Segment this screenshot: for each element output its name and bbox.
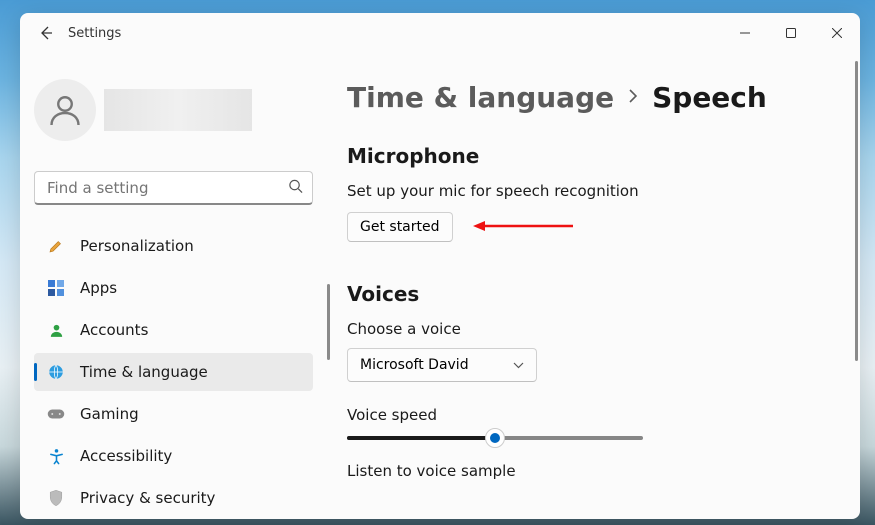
voices-heading: Voices bbox=[347, 282, 820, 306]
search-box bbox=[34, 171, 313, 205]
sidebar-item-label: Gaming bbox=[80, 405, 139, 423]
microphone-description: Set up your mic for speech recognition bbox=[347, 182, 820, 200]
accessibility-icon bbox=[46, 446, 66, 466]
sidebar-item-label: Accessibility bbox=[80, 447, 172, 465]
breadcrumb-parent[interactable]: Time & language bbox=[347, 81, 614, 114]
breadcrumb: Time & language Speech bbox=[347, 81, 820, 114]
maximize-button[interactable] bbox=[768, 13, 814, 53]
apps-icon bbox=[46, 278, 66, 298]
breadcrumb-current: Speech bbox=[652, 81, 767, 114]
content-area: Time & language Speech Microphone Set up… bbox=[327, 53, 860, 519]
sidebar-item-label: Personalization bbox=[80, 237, 194, 255]
sidebar-item-personalization[interactable]: Personalization bbox=[34, 227, 313, 265]
profile-block[interactable] bbox=[34, 79, 313, 141]
sidebar-item-accessibility[interactable]: Accessibility bbox=[34, 437, 313, 475]
search-input[interactable] bbox=[34, 171, 313, 205]
window-controls bbox=[722, 13, 860, 53]
paintbrush-icon bbox=[46, 236, 66, 256]
sidebar-item-label: Time & language bbox=[80, 363, 208, 381]
chevron-down-icon bbox=[513, 357, 524, 373]
minimize-button[interactable] bbox=[722, 13, 768, 53]
window-body: Personalization Apps Accounts Time & lan… bbox=[20, 53, 860, 519]
profile-name-placeholder bbox=[104, 89, 252, 131]
avatar bbox=[34, 79, 96, 141]
sidebar-item-gaming[interactable]: Gaming bbox=[34, 395, 313, 433]
voice-select[interactable]: Microsoft David bbox=[347, 348, 537, 382]
globe-clock-icon bbox=[46, 362, 66, 382]
sidebar-item-time-language[interactable]: Time & language bbox=[34, 353, 313, 391]
voice-select-value: Microsoft David bbox=[360, 357, 469, 373]
sidebar-item-apps[interactable]: Apps bbox=[34, 269, 313, 307]
slider-thumb[interactable] bbox=[485, 428, 505, 448]
accounts-icon bbox=[46, 320, 66, 340]
chevron-right-icon bbox=[628, 87, 638, 108]
voice-speed-label: Voice speed bbox=[347, 406, 820, 424]
titlebar: Settings bbox=[20, 13, 860, 53]
content-scrollbar[interactable] bbox=[855, 61, 858, 361]
back-arrow-icon bbox=[38, 25, 54, 41]
maximize-icon bbox=[786, 28, 796, 38]
get-started-button[interactable]: Get started bbox=[347, 212, 453, 242]
voice-speed-slider[interactable] bbox=[347, 436, 643, 440]
choose-voice-label: Choose a voice bbox=[347, 320, 820, 338]
sidebar-item-label: Privacy & security bbox=[80, 489, 215, 507]
back-button[interactable] bbox=[32, 19, 60, 47]
close-icon bbox=[832, 28, 842, 38]
gaming-icon bbox=[46, 404, 66, 424]
slider-fill bbox=[347, 436, 495, 440]
sidebar-item-label: Apps bbox=[80, 279, 117, 297]
minimize-icon bbox=[740, 28, 750, 38]
shield-icon bbox=[46, 488, 66, 508]
close-button[interactable] bbox=[814, 13, 860, 53]
sidebar-item-accounts[interactable]: Accounts bbox=[34, 311, 313, 349]
microphone-heading: Microphone bbox=[347, 144, 820, 168]
window-title: Settings bbox=[68, 26, 121, 41]
sidebar: Personalization Apps Accounts Time & lan… bbox=[20, 53, 327, 519]
annotation-arrow-icon bbox=[473, 218, 573, 237]
person-icon bbox=[47, 92, 83, 128]
sidebar-item-privacy[interactable]: Privacy & security bbox=[34, 479, 313, 517]
sidebar-item-label: Accounts bbox=[80, 321, 148, 339]
listen-sample-label: Listen to voice sample bbox=[347, 462, 820, 480]
settings-window: Settings bbox=[20, 13, 860, 519]
